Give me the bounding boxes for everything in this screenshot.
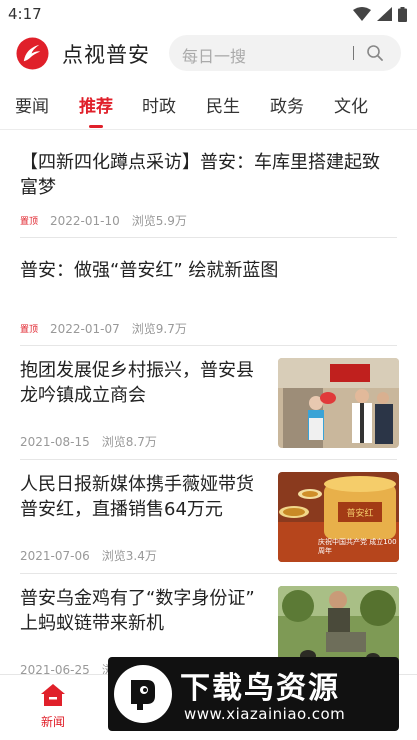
news-date: 2021-07-06 [20,548,90,563]
app-header: 点视普安 每日一搜 [0,30,417,76]
status-bar: 4:17 [0,0,417,28]
news-title: 抱团发展促乡村振兴，普安县 龙吟镇成立商会 [20,360,254,406]
pinned-badge: 置顶 [20,217,39,227]
news-views: 浏览9.7万 [131,322,187,336]
watermark-logo-icon [114,665,172,723]
app-logo-icon [16,37,49,70]
search-input[interactable]: 每日一搜 [182,43,246,67]
news-item[interactable]: 抱团发展促乡村振兴，普安县 龙吟镇成立商会 2021-08-15 浏览8.7万 [0,346,417,460]
watermark-title: 下载鸟资源 [180,671,340,706]
tab-minsheng[interactable]: 民生 [206,92,240,117]
news-meta: 2021-08-15 浏览8.7万 [20,433,157,450]
news-title: 【四新四化蹲点采访】普安：车库里搭建起致 富梦 [20,152,380,198]
tab-yaowen[interactable]: 要闻 [15,92,49,117]
watermark-banner: 下载鸟资源 www.xiazainiao.com [108,657,399,731]
tab-shizheng[interactable]: 时政 [142,92,176,117]
nav-news[interactable]: 新闻 [30,683,76,730]
news-item[interactable]: 【四新四化蹲点采访】普安：车库里搭建起致 富梦 置顶 2022-01-10 浏览… [0,130,417,238]
news-date: 2022-01-10 [50,213,120,228]
search-bar[interactable]: 每日一搜 [169,35,401,71]
search-separator [353,46,354,60]
home-icon [41,684,65,706]
svg-text:普安红: 普安红 [346,507,373,519]
news-meta: 2021-07-06 浏览3.4万 [20,547,157,564]
tab-tuijian[interactable]: 推荐 [79,92,113,117]
news-date: 2021-08-15 [20,434,90,449]
search-icon[interactable] [366,44,384,62]
status-time: 4:17 [8,5,42,23]
signal-icon [377,7,392,21]
news-title: 普安乌金鸡有了“数字身份证” 上蚂蚁链带来新机 [20,588,255,634]
pinned-badge: 置顶 [20,325,39,335]
news-meta: 置顶 2022-01-10 浏览5.9万 [20,212,187,229]
news-date: 2022-01-07 [50,321,120,336]
app-name: 点视普安 [62,43,150,67]
wifi-icon [353,7,371,21]
active-tab-indicator [89,125,103,128]
battery-icon [398,6,407,22]
news-thumbnail-tea[interactable]: 普安红 庆祝中国共产党 成立100周年 [278,472,399,562]
news-thumbnail-ceremony[interactable] [278,358,399,448]
category-tabs: 要闻 推荐 时政 民生 政务 文化 [0,86,417,128]
news-title: 普安：做强“普安红” 绘就新蓝图 [20,260,279,281]
news-views: 浏览5.9万 [131,214,187,228]
watermark-url: www.xiazainiao.com [184,705,346,723]
news-views: 浏览3.4万 [101,549,157,563]
news-meta: 置顶 2022-01-07 浏览9.7万 [20,320,187,337]
news-views: 浏览8.7万 [101,435,157,449]
thumbnail-caption: 庆祝中国共产党 成立100周年 [318,538,397,555]
news-item[interactable]: 普安：做强“普安红” 绘就新蓝图 置顶 2022-01-07 浏览9.7万 [0,238,417,346]
news-item[interactable]: 人民日报新媒体携手薇娅带货 普安红，直播销售64万元 2021-07-06 浏览… [0,460,417,574]
status-icons [353,6,407,22]
nav-news-label: 新闻 [40,715,65,729]
news-title: 人民日报新媒体携手薇娅带货 普安红，直播销售64万元 [20,474,254,520]
tab-zhengwu[interactable]: 政务 [270,92,304,117]
tab-wenhua[interactable]: 文化 [334,92,368,117]
